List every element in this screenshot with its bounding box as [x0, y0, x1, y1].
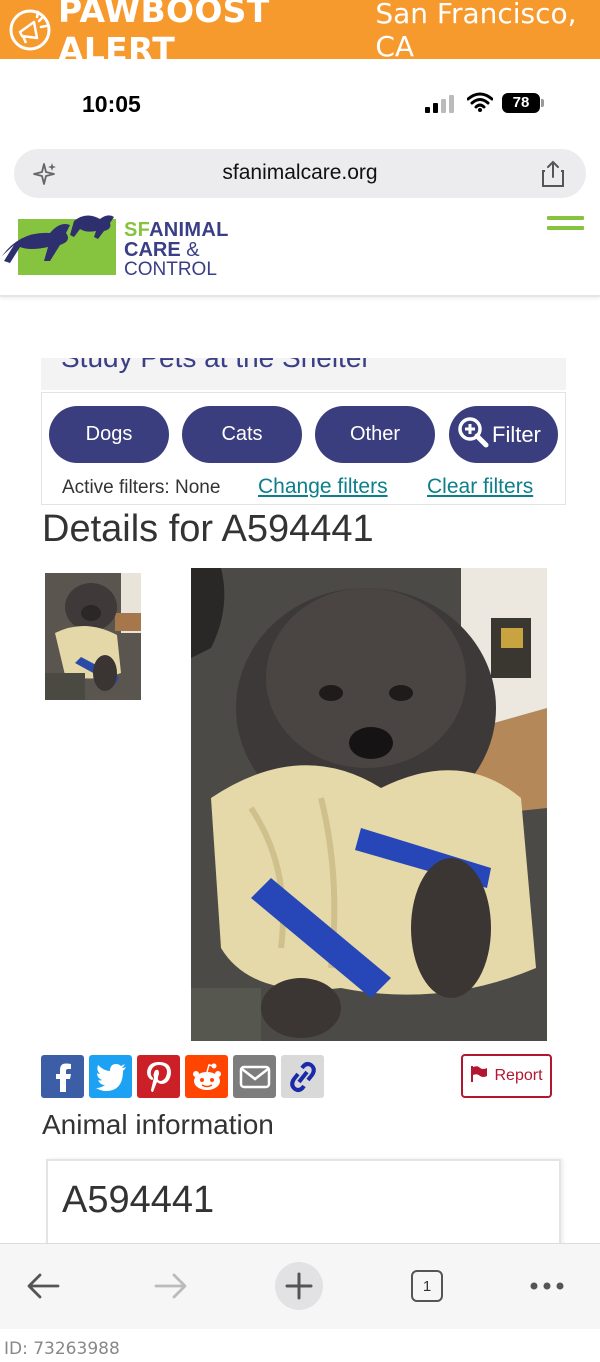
share-icon[interactable] — [540, 160, 566, 193]
back-arrow-icon[interactable] — [20, 1262, 66, 1310]
reddit-icon[interactable] — [185, 1055, 228, 1098]
browser-toolbar: 1 — [0, 1243, 600, 1329]
report-label: Report — [494, 1067, 543, 1084]
animal-information-heading: Animal information — [42, 1109, 274, 1140]
sf-animal-care-logo[interactable]: SFANIMAL CARE & CONTROL — [0, 211, 250, 281]
animal-photo-main[interactable] — [191, 568, 547, 1041]
filter-label: Filter — [492, 421, 541, 447]
zoom-in-icon — [457, 416, 489, 454]
pawboost-id: ID: 73263988 — [4, 1339, 120, 1359]
facebook-icon[interactable] — [41, 1055, 84, 1098]
animal-photo-thumbnail[interactable] — [45, 573, 141, 700]
twitter-icon[interactable] — [89, 1055, 132, 1098]
clear-filters-link[interactable]: Clear filters — [427, 475, 533, 499]
alert-location: San Francisco, CA — [375, 0, 577, 63]
link-icon[interactable] — [281, 1055, 324, 1098]
dogs-filter-button[interactable]: Dogs — [49, 406, 169, 463]
section-heading-panel: Study Pets at the Shelter — [41, 358, 566, 390]
other-filter-button[interactable]: Other — [315, 406, 435, 463]
filter-panel: Dogs Cats Other Filter Active filters: N… — [41, 392, 566, 505]
cellular-signal-icon — [425, 95, 457, 118]
pinterest-icon[interactable] — [137, 1055, 180, 1098]
filter-button[interactable]: Filter — [449, 406, 558, 463]
change-filters-link[interactable]: Change filters — [258, 475, 388, 499]
site-header: SFANIMAL CARE & CONTROL — [0, 211, 600, 297]
battery-icon: 78 — [502, 93, 544, 113]
address-bar[interactable]: sfanimalcare.org — [14, 149, 586, 198]
section-heading: Study Pets at the Shelter — [61, 358, 371, 374]
logo-amp: & — [186, 239, 200, 261]
flag-icon — [470, 1065, 488, 1088]
menu-icon[interactable] — [547, 216, 584, 238]
running-animals-icon — [2, 215, 114, 263]
more-options-icon[interactable] — [525, 1262, 569, 1310]
report-button[interactable]: Report — [461, 1054, 552, 1098]
active-filters-text: Active filters: None — [62, 477, 221, 498]
megaphone-icon — [8, 7, 52, 53]
url-text[interactable]: sfanimalcare.org — [14, 161, 586, 185]
status-bar: 10:05 78 — [0, 59, 600, 147]
wifi-icon — [466, 92, 494, 117]
logo-care: CARE — [124, 239, 181, 261]
tabs-button[interactable]: 1 — [404, 1262, 450, 1310]
pawboost-alert-banner: PAWBOOST ALERT San Francisco, CA — [0, 0, 600, 69]
logo-animal: ANIMAL — [149, 219, 229, 241]
animal-id: A594441 — [62, 1179, 215, 1221]
logo-control: CONTROL — [124, 259, 217, 280]
tab-count: 1 — [411, 1270, 443, 1302]
details-title: Details for A594441 — [42, 508, 374, 550]
cats-filter-button[interactable]: Cats — [182, 406, 302, 463]
forward-arrow-icon[interactable] — [148, 1262, 194, 1310]
new-tab-plus-icon[interactable] — [275, 1262, 323, 1310]
email-icon[interactable] — [233, 1055, 276, 1098]
logo-sf: SF — [124, 219, 150, 241]
status-time: 10:05 — [82, 91, 141, 117]
battery-level: 78 — [512, 94, 530, 111]
